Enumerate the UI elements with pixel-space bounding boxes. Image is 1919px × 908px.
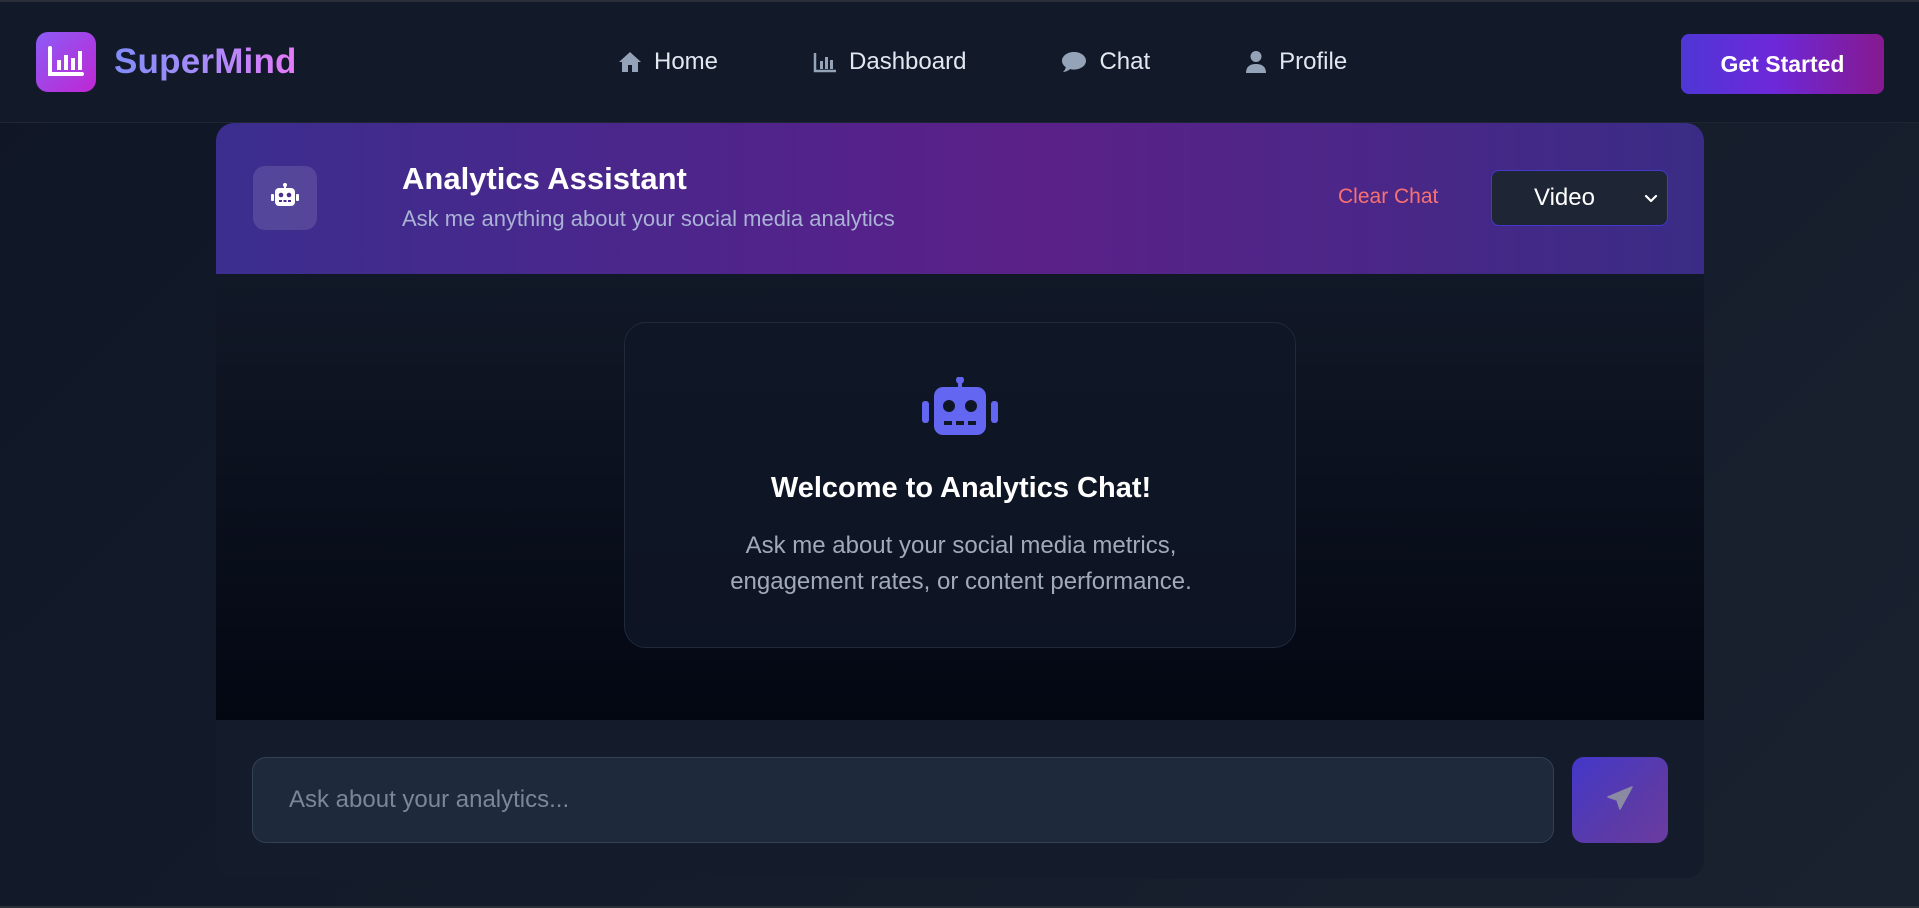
chat-subtitle: Ask me anything about your social media …	[402, 206, 895, 231]
nav-item-dashboard[interactable]: Dashboard	[813, 48, 966, 76]
chat-bubble-icon	[1061, 51, 1087, 73]
nav-item-label: Chat	[1099, 48, 1151, 75]
nav-item-label: Profile	[1279, 48, 1348, 75]
get-started-button[interactable]: Get Started	[1681, 34, 1884, 94]
paper-plane-icon	[1606, 785, 1634, 816]
welcome-card: Welcome to Analytics Chat! Ask me about …	[624, 322, 1296, 648]
robot-icon	[270, 182, 300, 214]
message-area: Welcome to Analytics Chat! Ask me about …	[216, 274, 1704, 720]
brand-logo-icon	[36, 32, 96, 92]
brand[interactable]: SuperMind	[36, 32, 297, 92]
nav-item-profile[interactable]: Profile	[1245, 48, 1347, 76]
welcome-text: Ask me about your social media metrics, …	[730, 532, 1192, 595]
chat-title: Analytics Assistant	[402, 161, 687, 196]
brand-name: SuperMind	[114, 42, 297, 81]
chat-panel: Analytics Assistant Ask me anything abou…	[216, 123, 1704, 878]
nav-item-home[interactable]: Home	[618, 48, 718, 76]
welcome-title: Welcome to Analytics Chat!	[770, 472, 1152, 504]
chat-header: Analytics Assistant Ask me anything abou…	[216, 123, 1704, 274]
navbar: SuperMind Home Dashboard Chat Profile Ge…	[0, 2, 1919, 123]
nav-item-chat[interactable]: Chat	[1061, 48, 1150, 76]
home-icon	[618, 51, 642, 73]
nav-item-label: Dashboard	[849, 48, 967, 75]
bar-chart-icon	[813, 51, 837, 73]
robot-icon	[922, 376, 998, 437]
chat-input[interactable]	[252, 757, 1554, 843]
user-icon	[1245, 50, 1267, 74]
mode-select[interactable]: Video	[1491, 170, 1668, 226]
assistant-avatar	[253, 166, 317, 230]
input-bar	[216, 720, 1704, 878]
nav-item-label: Home	[654, 48, 719, 75]
main-nav: Home Dashboard Chat Profile	[618, 42, 1347, 82]
chevron-down-icon	[1644, 191, 1658, 209]
send-button[interactable]	[1572, 757, 1668, 843]
clear-chat-button[interactable]: Clear Chat	[1338, 185, 1438, 209]
mode-select-value: Video	[1534, 184, 1595, 211]
